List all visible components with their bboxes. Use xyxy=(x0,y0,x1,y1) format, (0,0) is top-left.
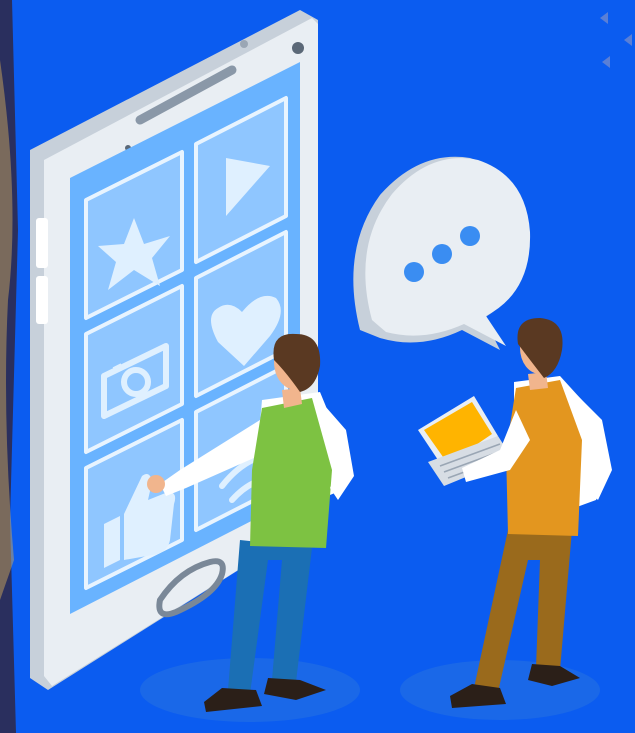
illustration-scene xyxy=(0,0,635,733)
illustration-canvas xyxy=(0,0,635,733)
front-dot xyxy=(240,40,248,48)
front-camera xyxy=(292,42,304,54)
volume-button xyxy=(36,218,48,268)
hand-left xyxy=(147,475,165,493)
power-button xyxy=(36,276,48,324)
